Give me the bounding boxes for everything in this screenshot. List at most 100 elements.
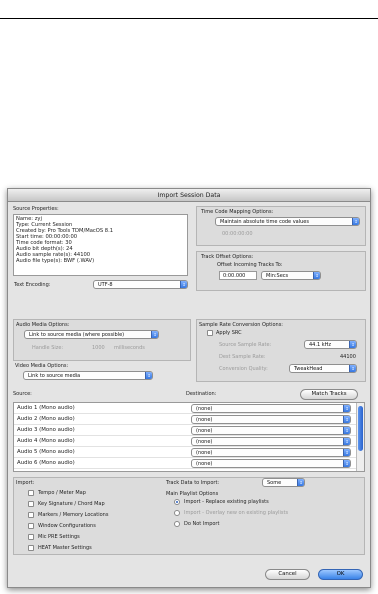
chevron-updown-icon: ↕ bbox=[343, 416, 350, 423]
track-data-select[interactable]: Some ↕ bbox=[262, 478, 305, 487]
playlist-overlay-radio[interactable] bbox=[174, 510, 180, 516]
chevron-updown-icon: ↕ bbox=[180, 281, 187, 288]
track-destination-select[interactable]: (none) ↕ bbox=[191, 404, 351, 413]
scrollbar-thumb[interactable] bbox=[358, 406, 363, 451]
audio-media-value: Link to source media (where possible) bbox=[29, 332, 125, 338]
offset-unit-select[interactable]: Min:Secs ↕ bbox=[261, 271, 321, 280]
source-header: Source: bbox=[13, 391, 32, 397]
source-rate-value: 44.1 kHz bbox=[309, 342, 332, 348]
playlist-none-label: Do Not Import bbox=[184, 521, 220, 527]
source-properties-label: Source Properties: bbox=[13, 206, 59, 212]
audio-media-label: Audio Media Options: bbox=[16, 322, 70, 328]
track-source: Audio 4 (Mono audio) bbox=[17, 438, 75, 444]
video-media-select[interactable]: Link to source media ↕ bbox=[23, 371, 153, 380]
handle-size-unit: milliseconds bbox=[114, 345, 145, 351]
match-tracks-button[interactable]: Match Tracks bbox=[300, 389, 358, 400]
apply-src-checkbox[interactable] bbox=[207, 330, 213, 336]
import-label: Import: bbox=[16, 480, 35, 486]
track-list-scrollbar[interactable] bbox=[356, 403, 364, 471]
chevron-updown-icon: ↕ bbox=[145, 372, 152, 379]
heat-master-checkbox[interactable] bbox=[28, 545, 34, 551]
chevron-updown-icon: ↕ bbox=[343, 427, 350, 434]
ok-button[interactable]: OK bbox=[318, 569, 363, 580]
track-destination-value: (none) bbox=[196, 439, 213, 445]
chevron-updown-icon: ↕ bbox=[343, 438, 350, 445]
track-list: Audio 1 (Mono audio) (none) ↕ Audio 2 (Mo… bbox=[13, 402, 365, 472]
import-session-data-dialog: Import Session Data Source Properties: N… bbox=[7, 188, 371, 588]
dest-rate-value: 44100 bbox=[340, 354, 356, 360]
playlist-none-radio[interactable] bbox=[174, 521, 180, 527]
track-destination-value: (none) bbox=[196, 406, 213, 412]
track-offset-label: Track Offset Options: bbox=[201, 254, 254, 260]
source-properties-box: Name: zyj Type: Current Session Created … bbox=[13, 214, 188, 276]
chevron-updown-icon: ↕ bbox=[349, 341, 356, 348]
quality-select[interactable]: TweakHead ↕ bbox=[289, 364, 357, 373]
track-destination-select[interactable]: (none) ↕ bbox=[191, 459, 351, 468]
timecode-select[interactable]: Maintain absolute time code values ↕ bbox=[215, 217, 360, 226]
offset-unit-value: Min:Secs bbox=[266, 273, 289, 279]
dest-rate-label: Dest Sample Rate: bbox=[219, 354, 266, 360]
source-rate-select[interactable]: 44.1 kHz ↕ bbox=[304, 340, 357, 349]
track-data-label: Track Data to Import: bbox=[166, 480, 220, 486]
key-signature-label: Key Signature / Chord Map bbox=[38, 501, 105, 507]
cancel-button[interactable]: Cancel bbox=[265, 569, 310, 580]
key-signature-checkbox[interactable] bbox=[28, 501, 34, 507]
offset-incoming-label: Offset Incoming Tracks To: bbox=[217, 262, 283, 268]
handle-size-label: Handle Size: bbox=[32, 345, 64, 351]
playlist-options-label: Main Playlist Options bbox=[166, 491, 219, 497]
track-destination-select[interactable]: (none) ↕ bbox=[191, 415, 351, 424]
table-row[interactable]: Audio 2 (Mono audio) (none) ↕ bbox=[14, 414, 364, 425]
table-row[interactable]: Audio 4 (Mono audio) (none) ↕ bbox=[14, 436, 364, 447]
mic-pre-label: Mic PRE Settings bbox=[38, 534, 80, 540]
dialog-title: Import Session Data bbox=[8, 189, 370, 202]
track-source: Audio 2 (Mono audio) bbox=[17, 416, 75, 422]
audio-media-select[interactable]: Link to source media (where possible) ↕ bbox=[24, 330, 159, 339]
chevron-updown-icon: ↕ bbox=[151, 331, 158, 338]
track-destination-select[interactable]: (none) ↕ bbox=[191, 426, 351, 435]
track-destination-select[interactable]: (none) ↕ bbox=[191, 448, 351, 457]
track-data-value: Some bbox=[267, 480, 282, 486]
track-destination-select[interactable]: (none) ↕ bbox=[191, 437, 351, 446]
table-row[interactable]: Audio 3 (Mono audio) (none) ↕ bbox=[14, 425, 364, 436]
playlist-replace-label: Import - Replace existing playlists bbox=[184, 499, 269, 505]
chevron-updown-icon: ↕ bbox=[343, 405, 350, 412]
handle-size-value[interactable]: 1000 bbox=[92, 345, 105, 351]
import-options-group: Import: Tempo / Meter Map Key Signature … bbox=[13, 477, 365, 555]
track-destination-value: (none) bbox=[196, 428, 213, 434]
mic-pre-checkbox[interactable] bbox=[28, 534, 34, 540]
table-row[interactable]: Audio 6 (Mono audio) (none) ↕ bbox=[14, 458, 364, 469]
tempo-checkbox[interactable] bbox=[28, 490, 34, 496]
apply-src-label: Apply SRC bbox=[216, 330, 242, 336]
offset-value-field[interactable]: 0:00.000 bbox=[219, 271, 257, 280]
chevron-updown-icon: ↕ bbox=[343, 449, 350, 456]
audio-media-group: Audio Media Options: Link to source medi… bbox=[13, 319, 191, 361]
track-offset-group: Track Offset Options: Offset Incoming Tr… bbox=[196, 251, 366, 291]
heat-master-label: HEAT Master Settings bbox=[38, 545, 92, 551]
timecode-label: Time Code Mapping Options: bbox=[201, 209, 274, 215]
src-group: Sample Rate Conversion Options: Apply SR… bbox=[196, 319, 366, 382]
table-row[interactable]: Audio 5 (Mono audio) (none) ↕ bbox=[14, 447, 364, 458]
video-media-value: Link to source media bbox=[28, 373, 81, 379]
destination-header: Destination: bbox=[186, 391, 217, 397]
track-destination-value: (none) bbox=[196, 450, 213, 456]
top-rule bbox=[0, 18, 378, 19]
tempo-label: Tempo / Meter Map bbox=[38, 490, 86, 496]
chevron-updown-icon: ↕ bbox=[352, 218, 359, 225]
chevron-updown-icon: ↕ bbox=[313, 272, 320, 279]
text-encoding-value: UTF-8 bbox=[98, 282, 113, 288]
playlist-overlay-label: Import - Overlay new on existing playlis… bbox=[184, 510, 289, 516]
timecode-group: Time Code Mapping Options: Maintain abso… bbox=[196, 206, 366, 246]
track-source: Audio 6 (Mono audio) bbox=[17, 460, 75, 466]
quality-label: Conversion Quality: bbox=[219, 366, 268, 372]
window-config-checkbox[interactable] bbox=[28, 523, 34, 529]
chevron-updown-icon: ↕ bbox=[343, 460, 350, 467]
text-encoding-select[interactable]: UTF-8 ↕ bbox=[93, 280, 188, 289]
timecode-value: Maintain absolute time code values bbox=[220, 219, 309, 225]
markers-checkbox[interactable] bbox=[28, 512, 34, 518]
quality-value: TweakHead bbox=[294, 366, 323, 372]
table-row[interactable]: Audio 1 (Mono audio) (none) ↕ bbox=[14, 403, 364, 414]
playlist-replace-radio[interactable] bbox=[174, 499, 180, 505]
timecode-time: 00:00:00:00 bbox=[222, 231, 253, 237]
track-source: Audio 1 (Mono audio) bbox=[17, 405, 75, 411]
window-config-label: Window Configurations bbox=[38, 523, 96, 529]
